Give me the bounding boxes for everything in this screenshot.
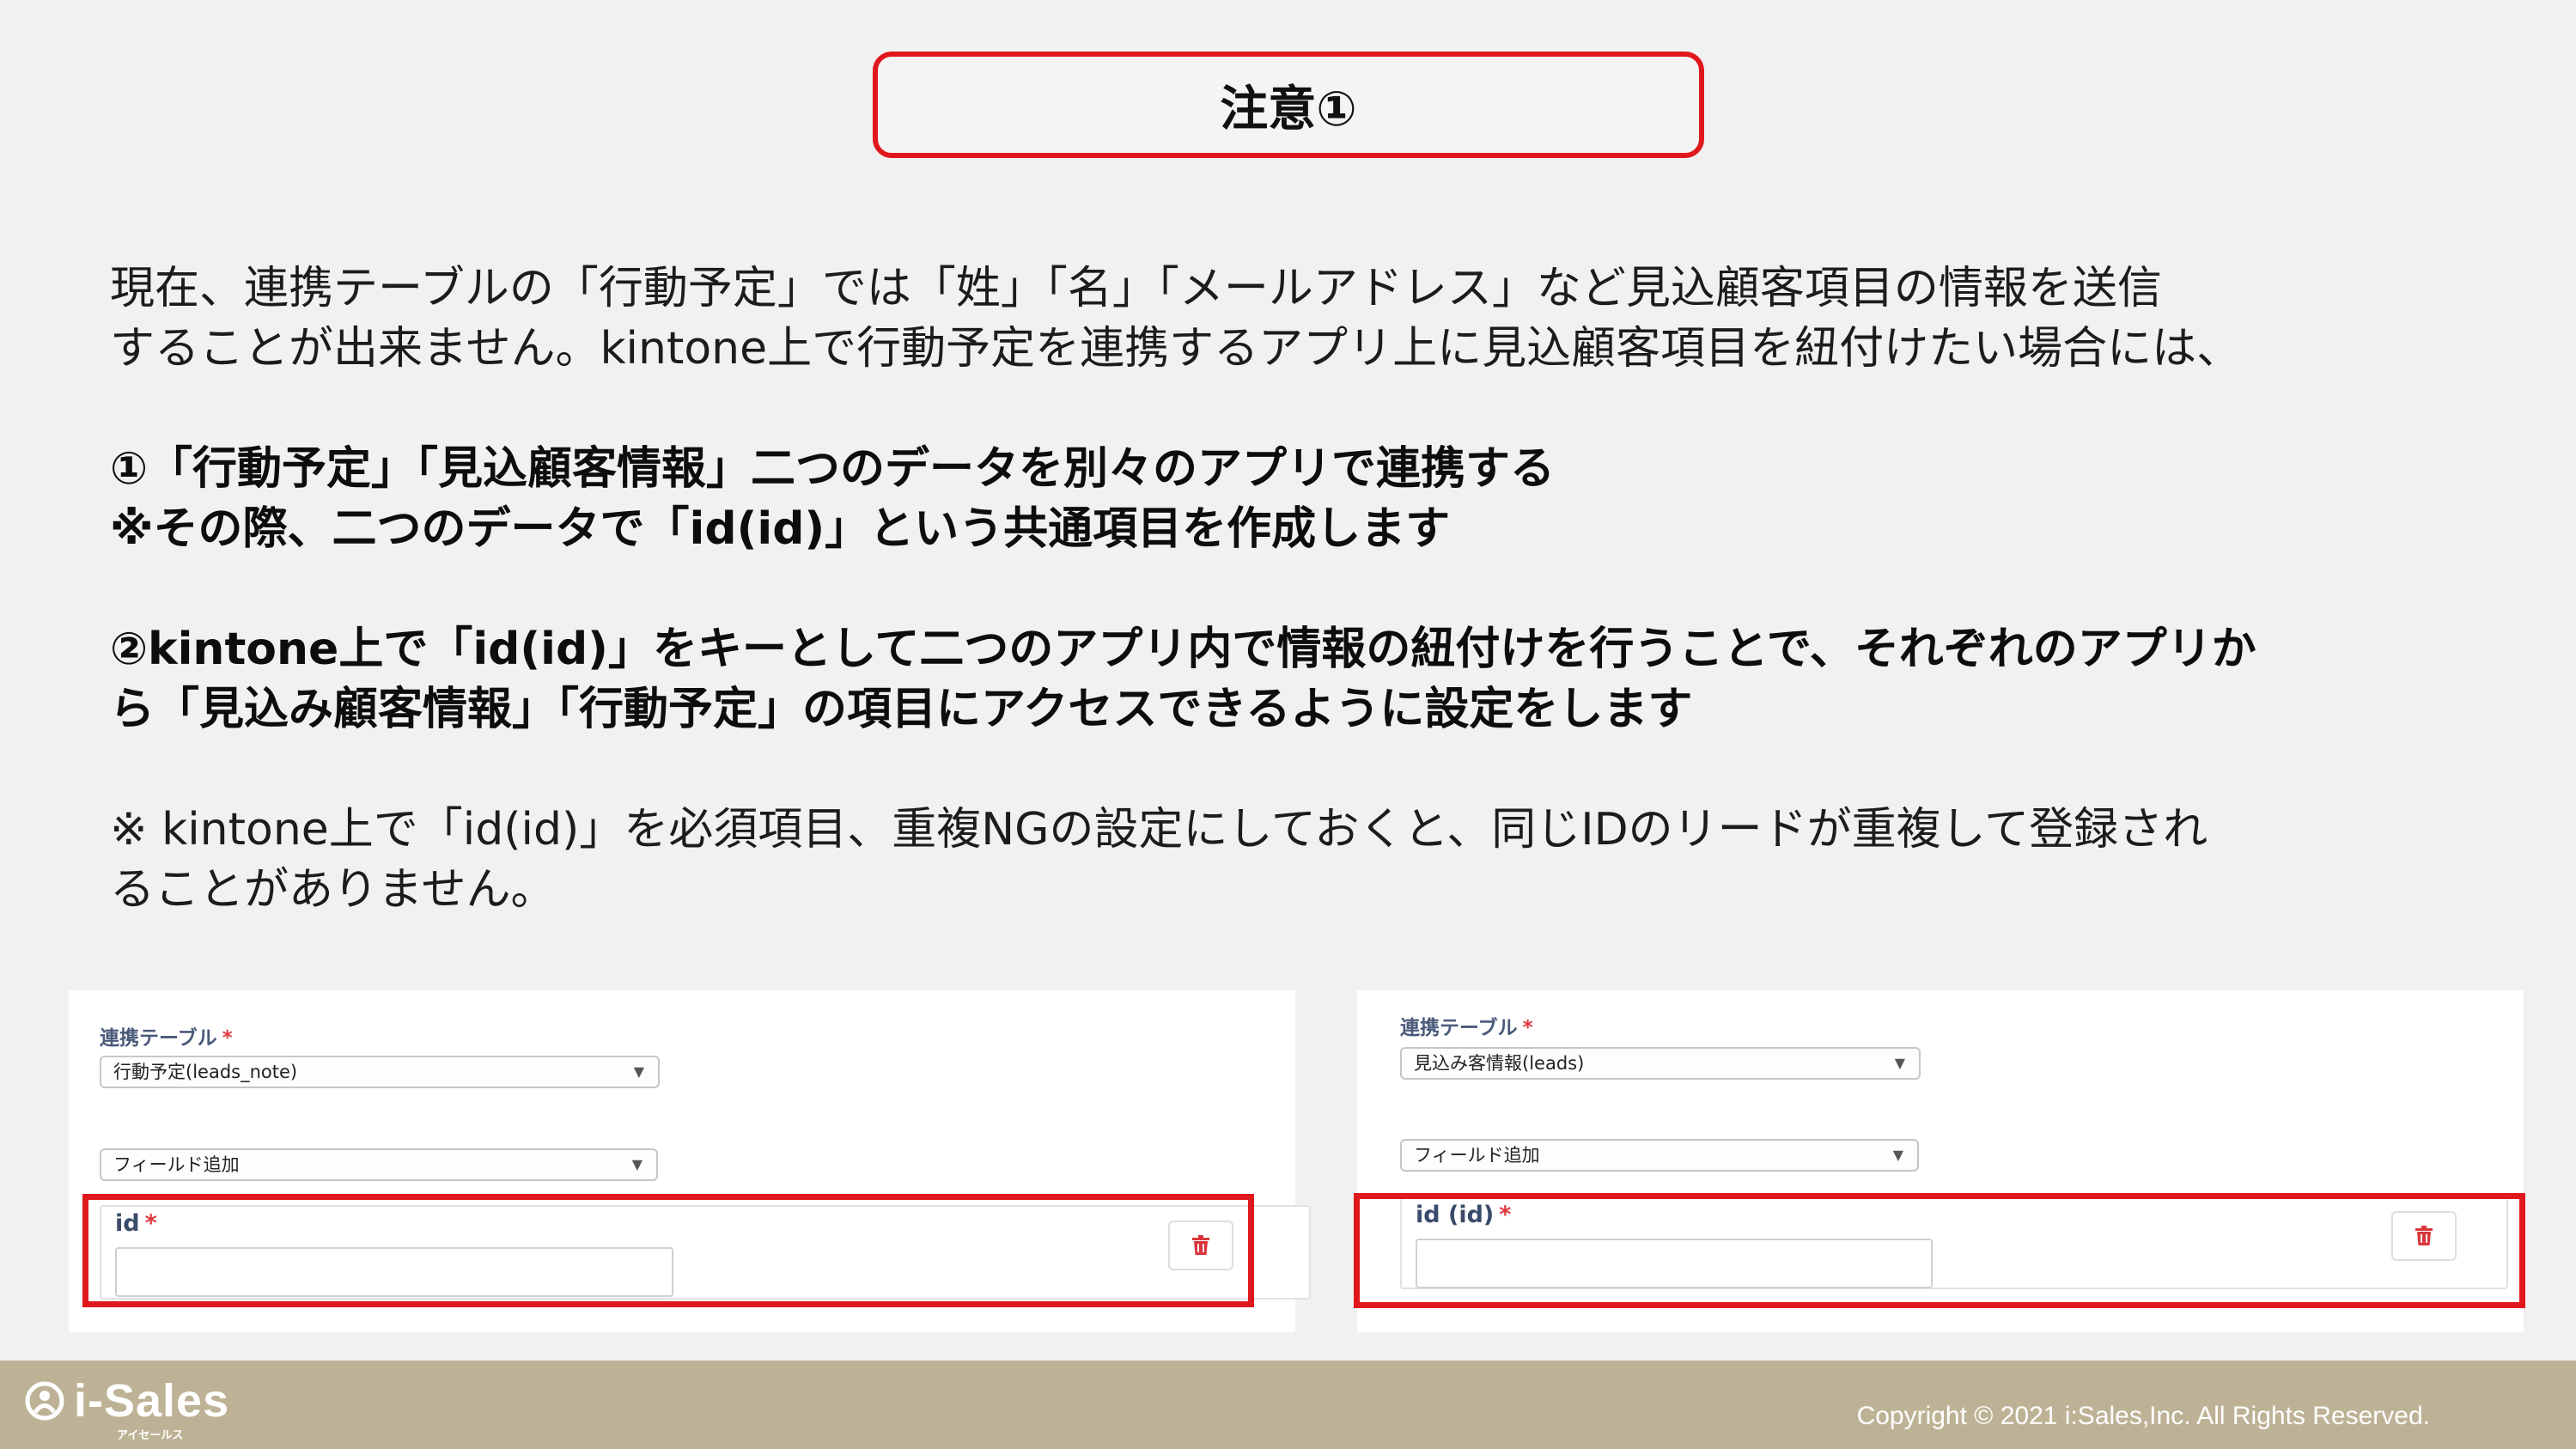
field-add-select[interactable]: フィールド追加 ▼ — [1400, 1139, 1919, 1172]
field-add-select-value: フィールド追加 — [113, 1154, 240, 1175]
table-label: 連携テーブル * — [100, 1021, 233, 1050]
paragraph-line: 現在、連携テーブルの「行動予定」では「姓」「名」「メールアドレス」など見込顧客項… — [110, 263, 2162, 314]
field-add-select[interactable]: フィールド追加 ▼ — [100, 1148, 658, 1181]
paragraph-line: ら「見込み顧客情報」「行動予定」の項目にアクセスできるように設定をします — [110, 684, 1693, 735]
logo-subtext: アイセールス — [117, 1429, 184, 1442]
paragraph-line: ②kintone上で「id(id)」をキーとして二つのアプリ内で情報の紐付けを行… — [110, 624, 2256, 675]
table-label: 連携テーブル * — [1400, 1011, 1533, 1040]
table-select-value: 行動予定(leads_note) — [113, 1062, 298, 1082]
table-label-text: 連携テーブル — [100, 1027, 217, 1050]
paragraph-line: することが出来ません。kintone上で行動予定を連携するアプリ上に見込顧客項目… — [110, 323, 2242, 374]
slide-title-text: 注意① — [1220, 81, 1357, 137]
caret-down-icon: ▼ — [633, 1063, 644, 1080]
step1-paragraph: ①「行動予定」「見込顧客情報」二つのデータを別々のアプリで連携する ※その際、二… — [110, 439, 2515, 559]
highlight-frame-right — [1354, 1193, 2525, 1308]
step2-paragraph: ②kintone上で「id(id)」をキーとして二つのアプリ内で情報の紐付けを行… — [110, 619, 2515, 740]
paragraph-line: ※その際、二つのデータで「id(id)」という共通項目を作成します — [110, 503, 1451, 555]
paragraph-line: ※ kintone上で「id(id)」を必須項目、重複NGの設定にしておくと、同… — [110, 804, 2208, 855]
required-mark: * — [1522, 1017, 1533, 1039]
intro-paragraph: 現在、連携テーブルの「行動予定」では「姓」「名」「メールアドレス」など見込顧客項… — [110, 259, 2515, 379]
copyright-text: Copyright © 2021 i:Sales,Inc. All Rights… — [1856, 1402, 2430, 1430]
table-select-value: 見込み客情報(leads) — [1414, 1053, 1585, 1074]
highlight-frame-left — [82, 1194, 1254, 1307]
note-paragraph: ※ kintone上で「id(id)」を必須項目、重複NGの設定にしておくと、同… — [110, 800, 2515, 920]
field-add-select-value: フィールド追加 — [1414, 1145, 1540, 1166]
table-select[interactable]: 見込み客情報(leads) ▼ — [1400, 1047, 1921, 1080]
table-label-text: 連携テーブル — [1400, 1017, 1518, 1039]
caret-down-icon: ▼ — [1892, 1147, 1903, 1163]
required-mark: * — [222, 1027, 233, 1050]
person-circle-icon — [25, 1381, 64, 1421]
footer-bar: i-Sales アイセールス Copyright © 2021 i:Sales,… — [0, 1361, 2576, 1449]
paragraph-line: ることがありません。 — [110, 864, 556, 916]
paragraph-line: ①「行動予定」「見込顧客情報」二つのデータを別々のアプリで連携する — [110, 443, 1556, 495]
caret-down-icon: ▼ — [631, 1156, 642, 1172]
caret-down-icon: ▼ — [1894, 1055, 1905, 1071]
table-select[interactable]: 行動予定(leads_note) ▼ — [100, 1056, 660, 1088]
logo-text: i-Sales — [74, 1375, 230, 1427]
slide-title: 注意① — [873, 52, 1704, 158]
company-logo: i-Sales — [24, 1374, 229, 1428]
